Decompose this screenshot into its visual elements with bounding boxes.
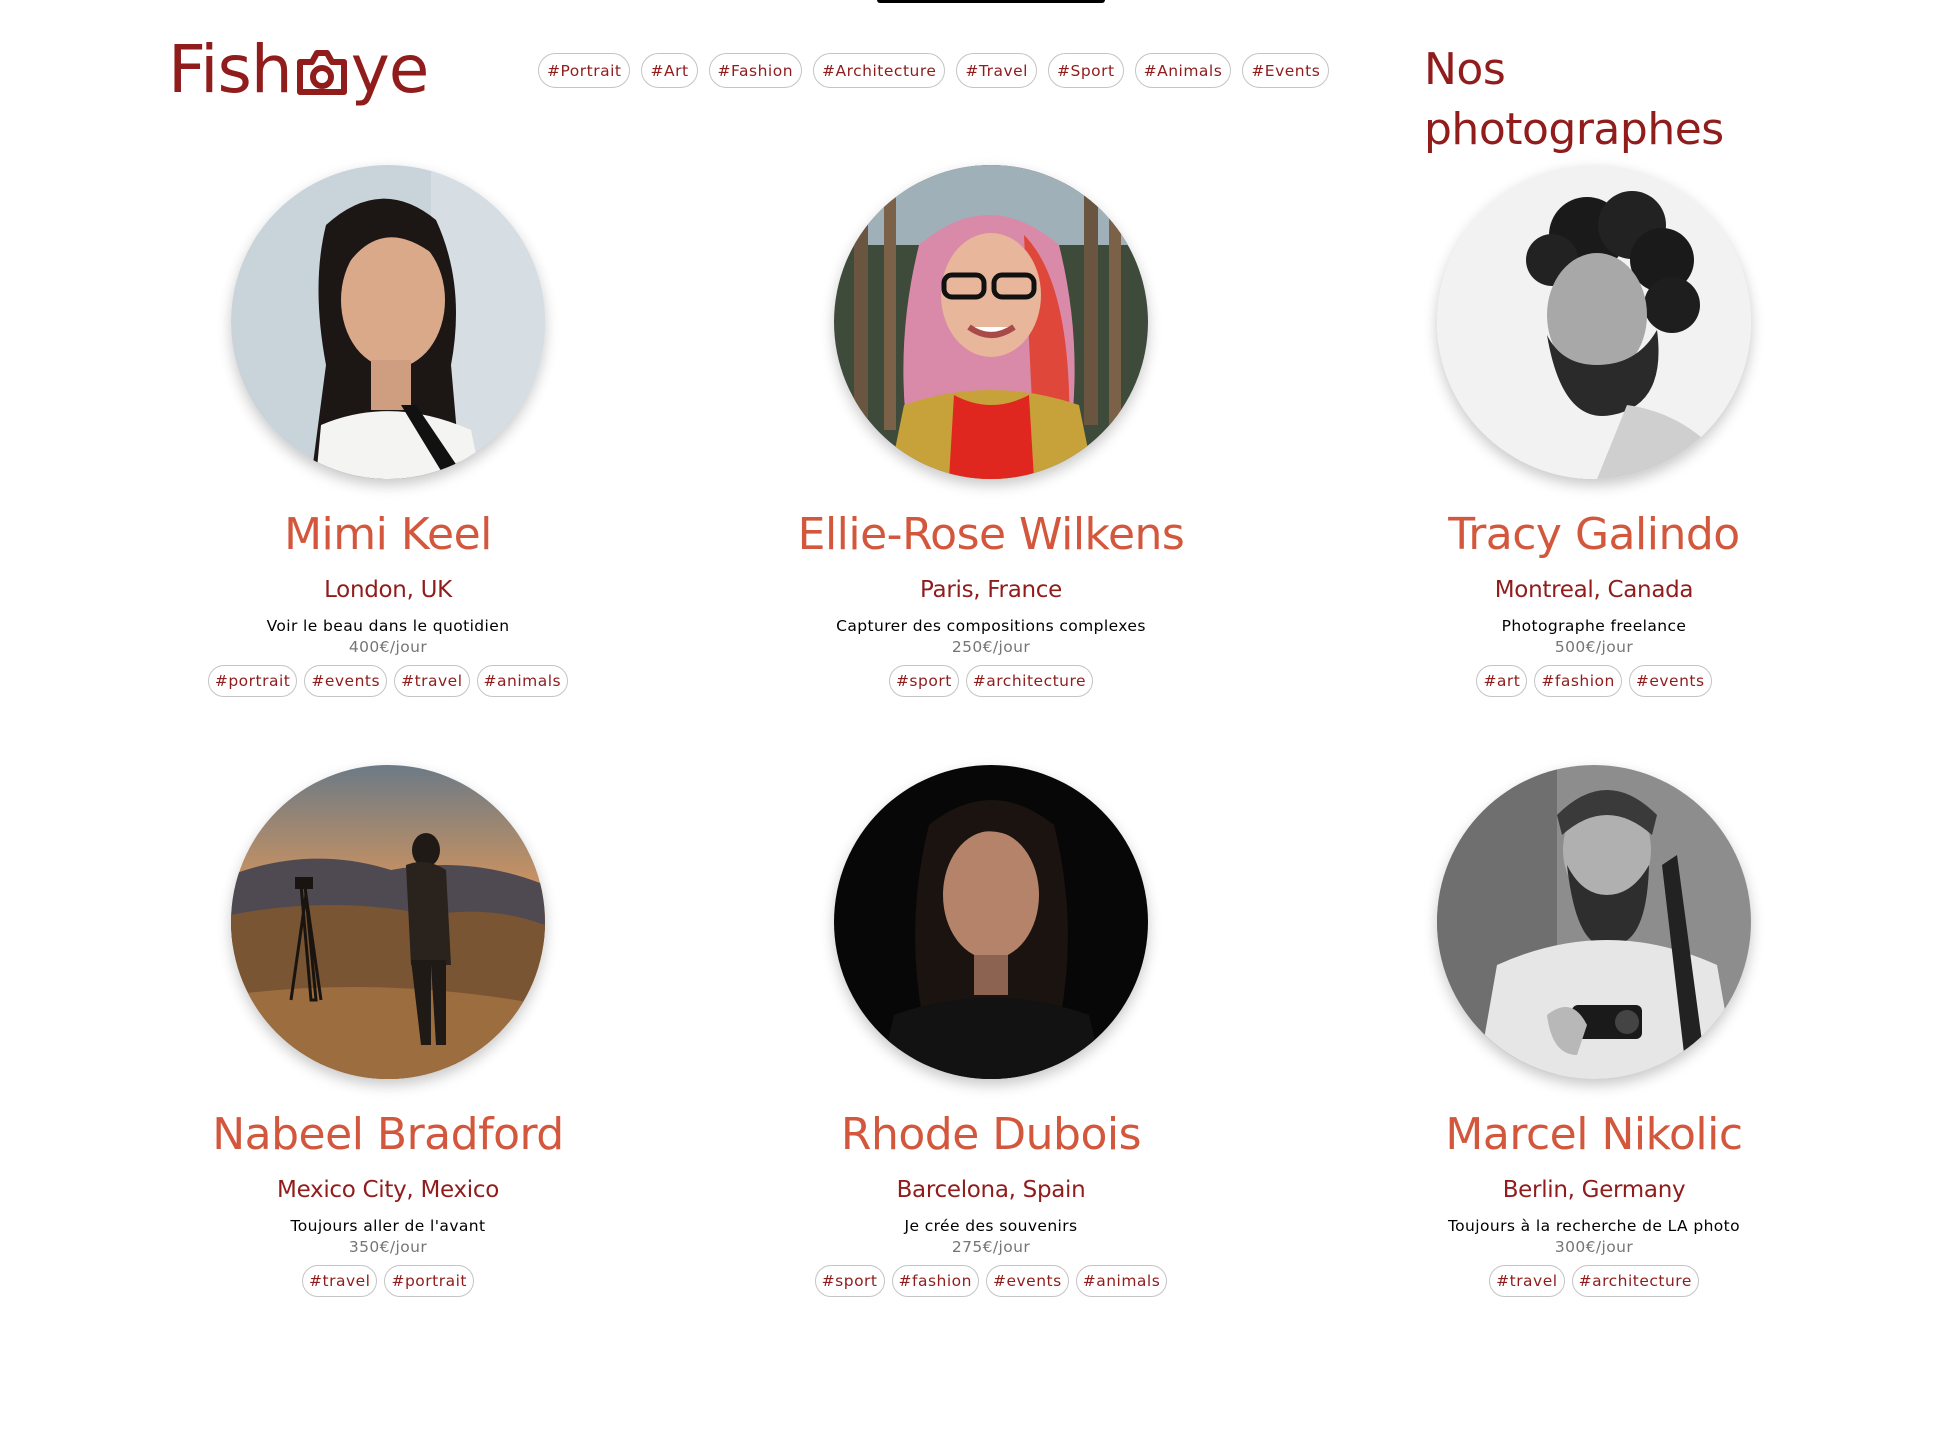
portrait-photo [834, 165, 1148, 479]
photographer-tags: #sport #architecture [888, 665, 1094, 697]
photographer-price: 400€/jour [348, 638, 428, 656]
photographer-location: Paris, France [920, 577, 1062, 603]
card-tag[interactable]: #art [1476, 665, 1528, 697]
card-tag[interactable]: #animals [1075, 1265, 1168, 1297]
photographer-name[interactable]: Ellie-Rose Wilkens [798, 505, 1185, 565]
card-tag[interactable]: #fashion [891, 1265, 979, 1297]
photographer-price: 250€/jour [951, 638, 1031, 656]
card-tag[interactable]: #architecture [1571, 1265, 1699, 1297]
avatar[interactable] [231, 165, 545, 479]
card-tag[interactable]: #architecture [965, 665, 1094, 697]
card-tag[interactable]: #fashion [1534, 665, 1622, 697]
photographer-tagline: Capturer des compositions complexes [836, 617, 1146, 635]
photographer-tags: #travel #architecture [1489, 1265, 1699, 1297]
photographer-price: 500€/jour [1554, 638, 1634, 656]
card-tag[interactable]: #animals [476, 665, 569, 697]
avatar[interactable] [231, 765, 545, 1079]
nav-tag-art[interactable]: #Art [641, 53, 698, 88]
photographer-price: 350€/jour [348, 1238, 428, 1256]
photographer-tags: #portrait #events #travel #animals [207, 665, 569, 697]
portrait-photo [231, 165, 545, 479]
photographer-location: Montreal, Canada [1494, 577, 1694, 603]
card-tag[interactable]: #sport [888, 665, 959, 697]
photographer-tagline: Photographe freelance [1501, 617, 1687, 635]
photographer-card: Ellie-Rose Wilkens Paris, France Capture… [691, 165, 1291, 697]
photographer-card: Nabeel Bradford Mexico City, Mexico Touj… [88, 765, 688, 1297]
photographer-tagline: Voir le beau dans le quotidien [266, 617, 510, 635]
card-tag[interactable]: #events [985, 1265, 1069, 1297]
nav-tag-portrait[interactable]: #Portrait [538, 53, 631, 88]
portrait-photo [1437, 165, 1751, 479]
photographer-location: London, UK [324, 577, 452, 603]
nav-tag-events[interactable]: #Events [1242, 53, 1330, 88]
portrait-photo [834, 765, 1148, 1079]
card-tag[interactable]: #portrait [207, 665, 298, 697]
nav-tag-sport[interactable]: #Sport [1048, 53, 1124, 88]
camera-icon [296, 50, 347, 95]
photographer-card: Rhode Dubois Barcelona, Spain Je crée de… [691, 765, 1291, 1297]
avatar[interactable] [834, 165, 1148, 479]
logo-text-right: ye [350, 31, 430, 108]
logo-text-left: Fish [168, 31, 293, 108]
photographer-tags: #sport #fashion #events #animals [814, 1265, 1168, 1297]
photographer-price: 300€/jour [1554, 1238, 1634, 1256]
avatar[interactable] [1437, 165, 1751, 479]
nav-tag-fashion[interactable]: #Fashion [708, 53, 803, 88]
avatar[interactable] [834, 765, 1148, 1079]
photographer-name[interactable]: Marcel Nikolic [1445, 1105, 1743, 1165]
photographer-card: Mimi Keel London, UK Voir le beau dans l… [88, 165, 688, 697]
avatar[interactable] [1437, 765, 1751, 1079]
site-header: Fish ye #Portrait #Art #Fashion #Archite… [0, 0, 1938, 155]
card-tag[interactable]: #events [304, 665, 388, 697]
landscape-photo [231, 765, 545, 1079]
nav-tag-architecture[interactable]: #Architecture [813, 53, 946, 88]
photographer-location: Mexico City, Mexico [277, 1177, 499, 1203]
photographer-location: Berlin, Germany [1502, 1177, 1686, 1203]
photographer-tags: #travel #portrait [302, 1265, 474, 1297]
portrait-photo [1437, 765, 1751, 1079]
card-tag[interactable]: #travel [1489, 1265, 1565, 1297]
photographer-name[interactable]: Tracy Galindo [1448, 505, 1740, 565]
photographer-card: Marcel Nikolic Berlin, Germany Toujours … [1294, 765, 1894, 1297]
card-tag[interactable]: #travel [302, 1265, 378, 1297]
photographer-name[interactable]: Nabeel Bradford [212, 1105, 564, 1165]
photographer-card: Tracy Galindo Montreal, Canada Photograp… [1294, 165, 1894, 697]
fisheye-logo[interactable]: Fish ye [168, 30, 430, 110]
card-tag[interactable]: #portrait [384, 1265, 474, 1297]
photographer-tagline: Toujours à la recherche de LA photo [1447, 1217, 1741, 1235]
photographer-tagline: Toujours aller de l'avant [290, 1217, 486, 1235]
photographer-location: Barcelona, Spain [896, 1177, 1086, 1203]
photographer-name[interactable]: Mimi Keel [284, 505, 492, 565]
card-tag[interactable]: #travel [394, 665, 470, 697]
tag-filter-nav: #Portrait #Art #Fashion #Architecture #T… [538, 53, 1330, 88]
photographer-name[interactable]: Rhode Dubois [841, 1105, 1142, 1165]
photographer-tags: #art #fashion #events [1476, 665, 1712, 697]
card-tag[interactable]: #events [1628, 665, 1712, 697]
photographer-tagline: Je crée des souvenirs [904, 1217, 1078, 1235]
photographer-price: 275€/jour [951, 1238, 1031, 1256]
nav-tag-travel[interactable]: #Travel [956, 53, 1037, 88]
card-tag[interactable]: #sport [814, 1265, 885, 1297]
page-title: Nos photographes [1424, 44, 1724, 155]
nav-tag-animals[interactable]: #Animals [1134, 53, 1232, 88]
